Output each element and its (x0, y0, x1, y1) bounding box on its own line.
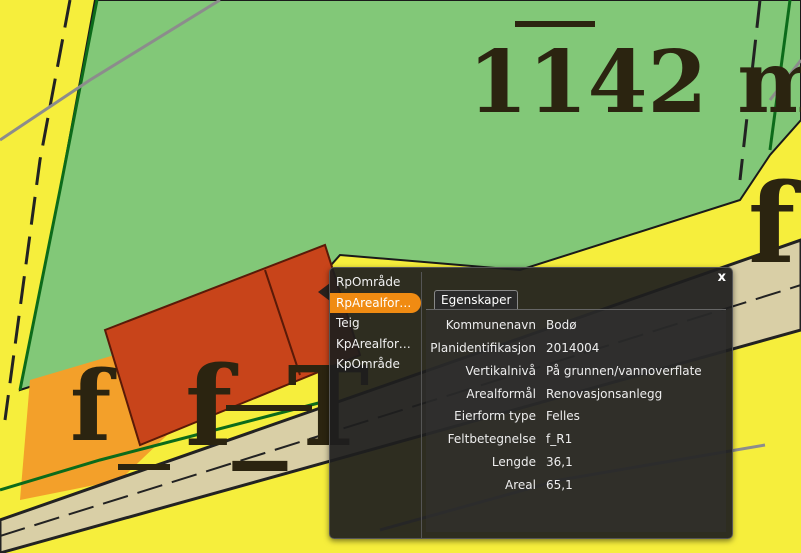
details-panel: Egenskaper Kommunenavn Bodø Planidentifi… (426, 288, 726, 532)
property-row: Arealformål Renovasjonsanlegg (426, 383, 726, 405)
property-label: Vertikalnivå (465, 364, 536, 378)
layer-item-active[interactable]: RpArealformå... (330, 292, 421, 313)
property-label: Planidentifikasjon (430, 341, 536, 355)
property-row: Kommunenavn Bodø (426, 314, 726, 336)
field-label: f (70, 350, 117, 463)
property-value: 36,1 (546, 455, 573, 469)
property-label: Feltbetegnelse (447, 432, 536, 446)
property-label: Arealformål (466, 387, 536, 401)
layer-item[interactable]: Teig (330, 313, 421, 333)
property-value: Bodø (546, 318, 577, 332)
close-button[interactable]: x (718, 270, 726, 285)
layer-item[interactable]: RpOmråde (330, 272, 421, 292)
area-label: 1142 m² (468, 32, 801, 133)
field-label: f (748, 159, 801, 288)
property-row: Feltbetegnelse f_R1 (426, 428, 726, 450)
property-row: Areal 65,1 (426, 474, 726, 496)
property-value: f_R1 (546, 432, 573, 446)
property-value: Felles (546, 409, 580, 423)
property-label: Lengde (491, 455, 536, 469)
tab-egenskaper[interactable]: Egenskaper (434, 290, 519, 309)
property-label: Kommunenavn (445, 318, 536, 332)
property-label: Eierform type (454, 409, 536, 423)
properties-table: Kommunenavn Bodø Planidentifikasjon 2014… (426, 309, 726, 532)
property-value: 2014004 (546, 341, 600, 355)
property-row: Lengde 36,1 (426, 451, 726, 473)
layer-item[interactable]: KpOmråde (330, 354, 421, 374)
identify-popup: x RpOmråde RpArealformå... Teig KpArealf… (329, 267, 733, 539)
layer-item[interactable]: KpArealformå... (330, 334, 421, 354)
property-value: 65,1 (546, 478, 573, 492)
property-row: Eierform type Felles (426, 405, 726, 427)
property-label: Areal (505, 478, 536, 492)
property-value: På grunnen/vannoverflate (546, 364, 702, 378)
property-value: Renovasjonsanlegg (546, 387, 663, 401)
property-row: Vertikalnivå På grunnen/vannoverflate (426, 360, 726, 382)
layer-list: RpOmråde RpArealformå... Teig KpArealfor… (330, 272, 422, 538)
property-row: Planidentifikasjon 2014004 (426, 337, 726, 359)
